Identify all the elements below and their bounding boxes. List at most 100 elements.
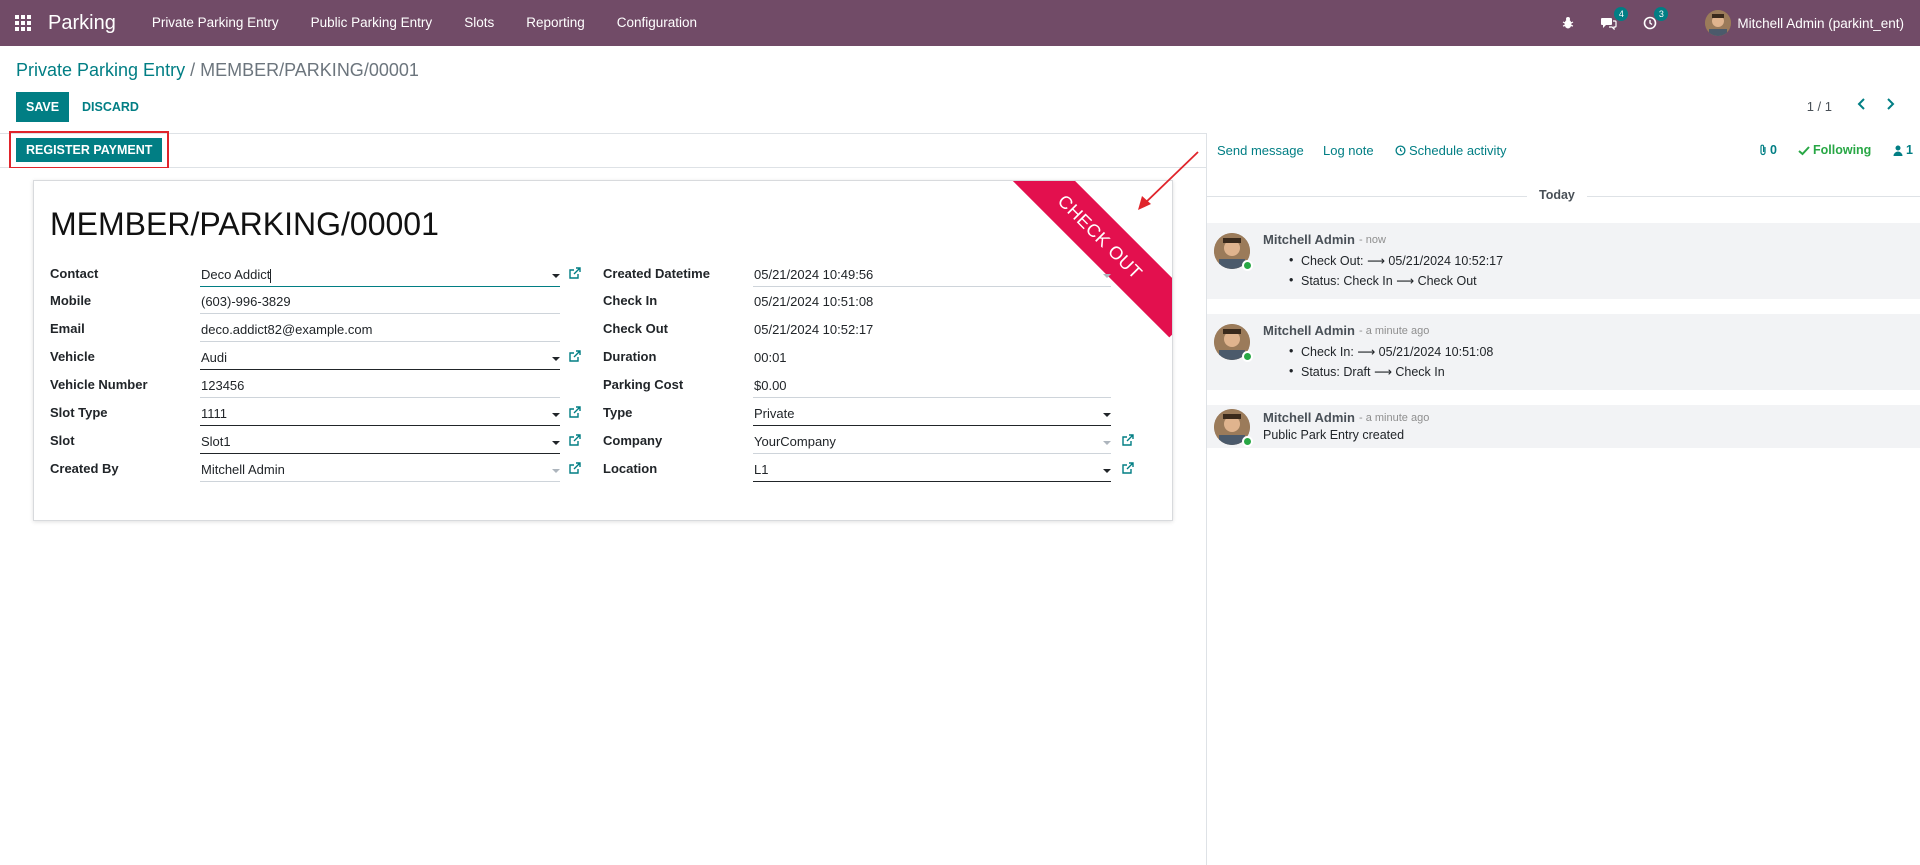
message-tracking-line: Check In: ⟶ 05/21/2024 10:51:08 bbox=[1289, 344, 1493, 359]
slot-type-external-link-icon[interactable] bbox=[568, 406, 581, 422]
location-value: L1 bbox=[754, 462, 769, 477]
check-in-label: Check In bbox=[603, 293, 658, 308]
mobile-field[interactable]: (603)-996-3829 bbox=[200, 292, 560, 314]
parking-cost-label: Parking Cost bbox=[603, 377, 684, 392]
slot-label: Slot bbox=[50, 433, 75, 448]
clock-icon bbox=[1395, 145, 1406, 156]
created-by-external-link-icon[interactable] bbox=[568, 462, 581, 478]
message-author-avatar[interactable] bbox=[1214, 233, 1253, 271]
location-field[interactable]: L1 bbox=[753, 460, 1111, 482]
debug-bug-icon[interactable] bbox=[1561, 16, 1575, 30]
followers-count: 1 bbox=[1906, 143, 1913, 157]
message-author[interactable]: Mitchell Admin bbox=[1263, 232, 1355, 247]
slot-field[interactable]: Slot1 bbox=[200, 432, 560, 454]
online-status-indicator bbox=[1242, 260, 1253, 271]
user-name: Mitchell Admin (parkint_ent) bbox=[1737, 15, 1904, 31]
breadcrumb-separator: / bbox=[190, 60, 196, 80]
pager-next-icon[interactable] bbox=[1884, 97, 1896, 114]
company-label: Company bbox=[603, 433, 663, 448]
message-tracking-line: Check Out: ⟶ 05/21/2024 10:52:17 bbox=[1289, 253, 1503, 268]
pager-value[interactable]: 1 / 1 bbox=[1807, 99, 1832, 114]
slot-type-dropdown-caret[interactable] bbox=[552, 413, 560, 417]
chatter-panel: Send message Log note Schedule activity … bbox=[1206, 133, 1920, 865]
messages-chat-icon[interactable]: 4 bbox=[1601, 7, 1629, 30]
check-out-value: 05/21/2024 10:52:17 bbox=[754, 322, 874, 337]
app-brand[interactable]: Parking bbox=[48, 12, 116, 35]
online-status-indicator bbox=[1242, 351, 1253, 362]
send-message-button[interactable]: Send message bbox=[1217, 143, 1304, 158]
created-datetime-label: Created Datetime bbox=[603, 266, 710, 281]
contact-external-link-icon[interactable] bbox=[568, 267, 581, 283]
message-author-avatar[interactable] bbox=[1214, 324, 1253, 362]
top-navbar: Parking Private Parking Entry Public Par… bbox=[0, 0, 1920, 46]
duration-label: Duration bbox=[603, 349, 657, 364]
menu-reporting[interactable]: Reporting bbox=[510, 0, 601, 46]
activities-badge: 3 bbox=[1654, 7, 1669, 21]
check-in-value: 05/21/2024 10:51:08 bbox=[754, 294, 874, 309]
contact-field[interactable]: Deco Addict bbox=[200, 265, 560, 287]
created-datetime-caret bbox=[1103, 274, 1111, 278]
slot-type-field[interactable]: 1111 bbox=[200, 404, 560, 426]
save-button[interactable]: SAVE bbox=[16, 92, 70, 122]
chatter-message: Mitchell Admin - a minute ago Public Par… bbox=[1207, 405, 1920, 448]
pager-previous-icon[interactable] bbox=[1856, 97, 1868, 114]
slot-type-value: 1111 bbox=[201, 406, 228, 421]
location-external-link-icon[interactable] bbox=[1121, 462, 1134, 478]
following-button[interactable]: Following bbox=[1798, 143, 1871, 157]
slot-dropdown-caret[interactable] bbox=[552, 441, 560, 445]
message-author-avatar[interactable] bbox=[1214, 409, 1253, 447]
menu-configuration[interactable]: Configuration bbox=[601, 0, 713, 46]
attachments-button[interactable]: 0 bbox=[1758, 143, 1777, 157]
vehicle-field[interactable]: Audi bbox=[200, 348, 560, 370]
parking-cost-field[interactable]: $0.00 bbox=[753, 376, 1111, 398]
type-dropdown-caret[interactable] bbox=[1103, 413, 1111, 417]
mobile-label: Mobile bbox=[50, 293, 92, 308]
record-title: MEMBER/PARKING/00001 bbox=[50, 206, 439, 242]
company-dropdown-caret bbox=[1103, 441, 1111, 445]
location-dropdown-caret[interactable] bbox=[1103, 469, 1111, 473]
message-author[interactable]: Mitchell Admin bbox=[1263, 323, 1355, 338]
schedule-activity-label: Schedule activity bbox=[1409, 143, 1507, 158]
user-menu[interactable]: Mitchell Admin (parkint_ent) bbox=[1705, 10, 1904, 36]
type-select[interactable]: Private bbox=[753, 404, 1111, 426]
annotation-arrow-icon bbox=[1138, 151, 1199, 210]
message-tracking-line: Status: Draft ⟶ Check In bbox=[1289, 364, 1445, 379]
created-datetime-field[interactable]: 05/21/2024 10:49:56 bbox=[753, 265, 1111, 287]
created-by-field[interactable]: Mitchell Admin bbox=[200, 460, 560, 482]
vehicle-number-field[interactable]: 123456 bbox=[200, 376, 560, 398]
log-note-button[interactable]: Log note bbox=[1323, 143, 1374, 158]
vehicle-dropdown-caret[interactable] bbox=[552, 357, 560, 361]
message-author[interactable]: Mitchell Admin bbox=[1263, 410, 1355, 425]
discard-button[interactable]: DISCARD bbox=[80, 92, 141, 122]
schedule-activity-button[interactable]: Schedule activity bbox=[1395, 143, 1507, 158]
message-date: - now bbox=[1359, 234, 1386, 246]
company-external-link-icon[interactable] bbox=[1121, 434, 1134, 450]
contact-dropdown-caret[interactable] bbox=[552, 274, 560, 278]
company-value: YourCompany bbox=[754, 434, 836, 449]
email-field[interactable]: deco.addict82@example.com bbox=[200, 320, 560, 342]
menu-public-parking-entry[interactable]: Public Parking Entry bbox=[295, 0, 449, 46]
check-out-label: Check Out bbox=[603, 321, 669, 336]
apps-menu-icon[interactable] bbox=[0, 0, 46, 46]
slot-value: Slot1 bbox=[201, 434, 231, 449]
company-field[interactable]: YourCompany bbox=[753, 432, 1111, 454]
breadcrumb-parent-link[interactable]: Private Parking Entry bbox=[16, 60, 185, 80]
messages-badge: 4 bbox=[1614, 7, 1629, 21]
message-date: - a minute ago bbox=[1359, 412, 1430, 424]
vehicle-value: Audi bbox=[201, 350, 228, 365]
user-avatar bbox=[1705, 10, 1732, 36]
menu-private-parking-entry[interactable]: Private Parking Entry bbox=[136, 0, 295, 46]
followers-button[interactable]: 1 bbox=[1893, 143, 1913, 157]
vehicle-external-link-icon[interactable] bbox=[568, 350, 581, 366]
slot-external-link-icon[interactable] bbox=[568, 434, 581, 450]
user-icon bbox=[1893, 145, 1903, 156]
breadcrumb: Private Parking Entry / MEMBER/PARKING/0… bbox=[16, 60, 419, 81]
message-body: Public Park Entry created bbox=[1263, 428, 1405, 442]
text-cursor bbox=[270, 268, 272, 283]
annotation-highlight-box bbox=[9, 131, 169, 169]
message-date: - a minute ago bbox=[1359, 325, 1430, 337]
email-label: Email bbox=[50, 321, 85, 336]
created-by-value: Mitchell Admin bbox=[201, 462, 285, 477]
menu-slots[interactable]: Slots bbox=[448, 0, 510, 46]
activities-clock-icon[interactable]: 3 bbox=[1643, 7, 1669, 30]
